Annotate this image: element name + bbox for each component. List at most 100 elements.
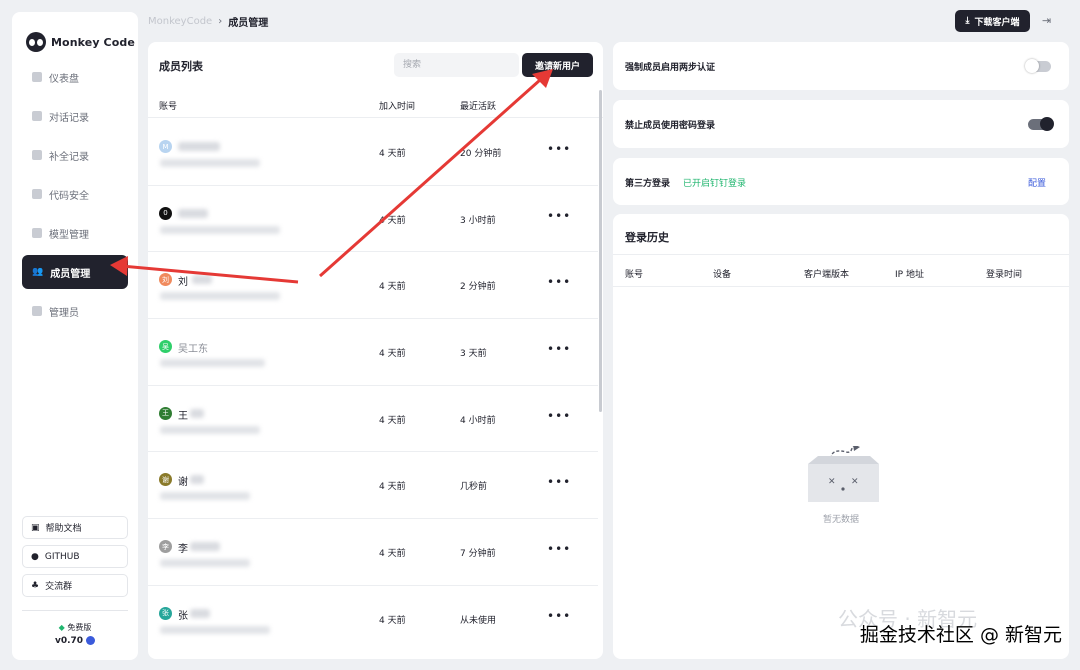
more-actions-icon[interactable]: ••• [547,475,571,489]
column-ip: IP 地址 [895,270,924,280]
download-client-button[interactable]: ⤓ 下载客户端 [955,10,1030,32]
table-row[interactable]: 吴 吴工东 4 天前 3 天前 ••• [148,319,598,386]
joined-time: 4 天前 [379,482,406,493]
table-row[interactable]: 张 张 4 天前 从未使用 ••• [148,586,598,653]
joined-time: 4 天前 [379,215,406,226]
last-active-time: 3 小时前 [460,215,496,226]
member-name: 王 [178,410,188,422]
avatar: 0 [159,206,172,220]
diamond-icon: ◆ [58,623,65,632]
member-name: 李 [178,544,188,556]
redacted-name [190,475,204,485]
table-row[interactable]: 李 李 4 天前 7 分钟前 ••• [148,519,598,586]
version-status-icon [86,636,96,645]
help-docs-label: 帮助文档 [45,524,82,534]
version-label: v0.70 [54,636,84,646]
sidebar-item-label: 补全记录 [49,151,89,163]
more-actions-icon[interactable]: ••• [547,409,571,423]
redacted-email [160,625,270,634]
breadcrumb-current: 成员管理 [228,18,269,29]
sidebar-item-chat-records[interactable]: 对话记录 [22,99,128,133]
table-row[interactable]: 0 4 天前 3 小时前 ••• [148,186,598,253]
sidebar-item-dashboard[interactable]: 仪表盘 [22,60,128,94]
sidebar-nav: 仪表盘 对话记录 补全记录 代码安全 模型管理 👥 成员管理 管理员 [22,55,128,328]
joined-time: 4 天前 [379,149,406,159]
table-row[interactable]: 谢 谢 4 天前 几秒前 ••• [148,452,598,520]
sidebar-item-completion-records[interactable]: 补全记录 [22,138,128,172]
sidebar: Monkey Code 仪表盘 对话记录 补全记录 代码安全 模型管理 👥 成员… [12,12,138,660]
redacted-email [160,559,250,568]
table-row[interactable]: 刘 刘 4 天前 2 分钟前 ••• [148,252,598,320]
redacted-email [160,425,260,434]
redacted-name [190,542,220,552]
last-active-time: 3 天前 [460,349,487,360]
two-factor-toggle[interactable] [1025,59,1051,73]
redacted-name [190,408,204,418]
more-actions-icon[interactable]: ••• [547,275,571,289]
chat-icon [32,111,42,121]
member-name: 张 [178,610,188,622]
github-label: GITHUB [44,551,80,562]
members-table-body: M 4 天前 20 分钟前 ••• 0 4 天前 3 小时前 ••• 刘 刘 4… [148,119,598,653]
community-label: 交流群 [45,582,73,592]
empty-box-icon: ✕ ✕ [808,446,879,502]
members-panel: 成员列表 邀请新用户 账号 加入时间 最近活跃 M 4 天前 20 分钟前 ••… [148,42,603,659]
breadcrumb-root[interactable]: MonkeyCode [148,16,212,27]
redacted-email [160,492,250,501]
last-active-time: 2 分钟前 [460,282,496,293]
redacted-email [160,159,260,167]
community-link[interactable]: ♣ 交流群 [22,574,128,597]
third-party-label: 第三方登录 [625,179,671,189]
app-logo[interactable]: Monkey Code [26,32,135,52]
shield-icon [32,189,42,199]
logout-icon[interactable]: ⇥ [1042,14,1056,28]
sidebar-item-label: 管理员 [49,307,79,319]
toggle-knob [1025,59,1039,73]
plan-label: 免费版 [67,623,92,632]
column-account: 账号 [625,270,644,280]
members-scrollbar[interactable] [599,90,602,412]
disable-password-label: 禁止成员使用密码登录 [625,121,716,131]
more-actions-icon[interactable]: ••• [547,142,571,156]
github-icon: ● [31,551,39,562]
login-history-card: 登录历史 账号 设备 客户端版本 IP 地址 登录时间 ✕ ✕ 暂无数据 [613,214,1069,659]
more-actions-icon[interactable]: ••• [547,342,571,356]
disable-password-toggle[interactable] [1028,117,1054,131]
monkey-logo-icon [26,32,46,52]
redacted-name [178,142,220,151]
help-docs-link[interactable]: ▣ 帮助文档 [22,516,128,539]
search-input[interactable] [394,53,519,77]
column-client-version: 客户端版本 [804,270,850,280]
users-icon: 👥 [32,267,44,277]
table-row[interactable]: M 4 天前 20 分钟前 ••• [148,119,598,186]
breadcrumb-separator: › [218,16,223,27]
avatar: 谢 [159,473,172,487]
sidebar-item-member-management[interactable]: 👥 成员管理 [22,255,128,289]
login-history-header: 账号 设备 客户端版本 IP 地址 登录时间 [613,254,1069,287]
column-account: 账号 [159,102,178,112]
empty-state-text: 暂无数据 [822,515,859,525]
redacted-email [160,359,265,368]
sidebar-item-model-management[interactable]: 模型管理 [22,216,128,250]
breadcrumb: MonkeyCode › 成员管理 [148,14,268,29]
column-login-time: 登录时间 [986,270,1023,280]
version-info: v0.70 [12,636,138,646]
sidebar-item-label: 成员管理 [50,268,91,280]
member-name: 刘 [178,277,188,289]
app-name: Monkey Code [51,35,135,49]
invite-user-button[interactable]: 邀请新用户 [522,53,593,77]
more-actions-icon[interactable]: ••• [547,542,571,556]
dashboard-icon [32,72,42,82]
sidebar-item-code-security[interactable]: 代码安全 [22,177,128,211]
avatar: 刘 [159,273,172,287]
table-row[interactable]: 王 王 4 天前 4 小时前 ••• [148,386,598,453]
more-actions-icon[interactable]: ••• [547,209,571,223]
github-link[interactable]: ● GITHUB [22,545,128,568]
more-actions-icon[interactable]: ••• [547,609,571,623]
configure-link[interactable]: 配置 [1028,176,1046,189]
sidebar-item-admins[interactable]: 管理员 [22,294,128,328]
member-name: 吴工东 [178,344,208,356]
plan-badge: ◆ 免费版 [12,622,138,633]
svg-text:✕: ✕ [851,477,859,487]
column-device: 设备 [713,270,732,280]
